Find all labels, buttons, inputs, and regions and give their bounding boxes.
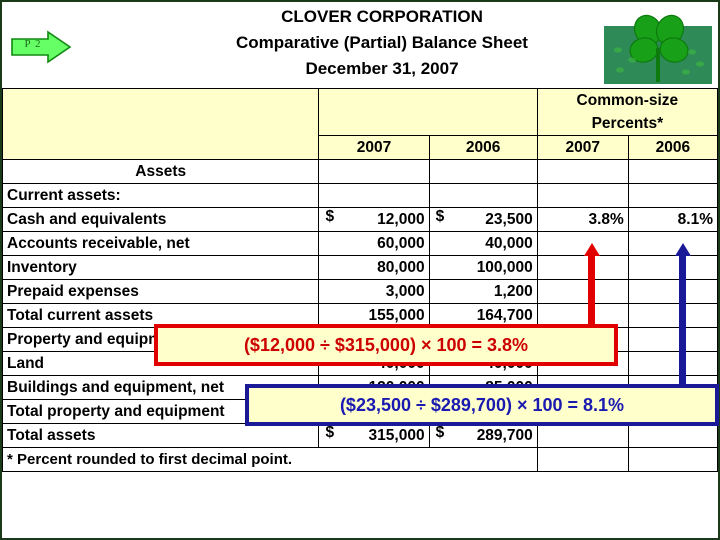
cell-percent-2006 [627,351,719,376]
row-label: Cash and equivalents [1,207,320,232]
red-arrow-head [583,243,600,256]
cell-amount-2006: $289,700 [428,423,538,448]
cell-value: 289,700 [476,426,533,444]
table-row: Assets [1,159,719,184]
cell-percent-2007: 3.8% [536,207,629,232]
cell-amount-2007: 3,000 [318,279,430,304]
blue-arrow-shaft [679,254,686,392]
footnote-text: * Percent rounded to first decimal point… [2,447,538,472]
cell-percent-2006 [627,183,719,208]
four-leaf-clover-icon [614,14,704,82]
cell-amount-2006: 100,000 [428,255,538,280]
red-callout-arrow [583,243,600,332]
cell-amount-2006: 1,200 [428,279,538,304]
currency-symbol: $ [435,424,445,442]
title-line-statement: Comparative (Partial) Balance Sheet [236,33,528,52]
cell-percent-2006 [627,159,719,184]
currency-symbol: $ [435,208,445,226]
header-percent-2006: 2006 [627,135,719,160]
red-formula-callout: ($12,000 ÷ $315,000) × 100 = 3.8% [154,324,618,366]
row-label: Inventory [1,255,320,280]
cell-percent-2006: 8.1% [627,207,719,232]
cell-amount-2006: 40,000 [428,231,538,256]
blue-formula-callout: ($23,500 ÷ $289,700) × 100 = 8.1% [245,384,719,426]
cell-percent-2007 [536,255,629,280]
cell-value: 8.1% [677,210,713,228]
cell-percent-2006 [627,255,719,280]
title-line-date: December 31, 2007 [305,59,459,78]
footnote-pad-1 [536,447,629,472]
cell-value: 3.8% [588,210,624,228]
row-label: Total assets [1,423,320,448]
cell-amount-2007 [318,183,430,208]
header-amounts-blank [318,88,538,136]
cell-value: 164,700 [476,306,533,324]
cell-percent-2006 [627,231,719,256]
table-row: Cash and equivalents $12,000 $23,500 3.8% 8.… [1,207,719,232]
cell-value: 3,000 [385,282,425,300]
cell-amount-2006 [428,159,538,184]
header-percent-2007: 2007 [536,135,629,160]
header-common-size: Common-size Percents* [536,88,719,136]
slide-header: P 2 CLOVER CORPORATION Comparative (Part… [2,2,718,88]
cell-value: 155,000 [368,306,425,324]
row-label: Accounts receivable, net [1,231,320,256]
cell-percent-2006 [627,423,719,448]
title-line-company: CLOVER CORPORATION [281,7,483,26]
header-amount-2007: 2007 [318,135,430,160]
cell-value: 1,200 [493,282,533,300]
table-row: Accounts receivable, net 60,000 40,000 [1,231,719,256]
cell-amount-2006 [428,183,538,208]
common-size-line2: Percents* [591,115,664,132]
page-title: CLOVER CORPORATION Comparative (Partial)… [182,4,582,82]
cell-value: 12,000 [377,210,425,228]
cell-amount-2006: $23,500 [428,207,538,232]
cell-amount-2007: 60,000 [318,231,430,256]
table-footnote-row: * Percent rounded to first decimal point… [2,447,719,472]
cell-amount-2007 [318,159,430,184]
cell-value: 23,500 [485,210,533,228]
cell-value: 100,000 [476,258,533,276]
cell-value: 40,000 [485,234,533,252]
header-amount-2006: 2006 [428,135,538,160]
cell-percent-2006 [627,279,719,304]
table-row: Total assets $315,000 $289,700 [1,423,719,448]
cell-amount-2007: $315,000 [318,423,430,448]
cell-percent-2007 [536,183,629,208]
clover-illustration [596,4,718,88]
table-row: Inventory 80,000 100,000 [1,255,719,280]
row-label: Current assets: [1,183,320,208]
cell-amount-2007: $12,000 [318,207,430,232]
cell-percent-2007 [536,423,629,448]
cell-value: 80,000 [377,258,425,276]
common-size-line1: Common-size [576,92,679,109]
footnote-pad-2 [627,447,719,472]
cell-percent-2007 [536,279,629,304]
red-arrow-shaft [588,254,595,332]
slide-canvas: P 2 CLOVER CORPORATION Comparative (Part… [0,0,720,540]
table-row: Current assets: [1,183,719,208]
row-label: Assets [1,159,320,184]
cell-percent-2006 [627,303,719,328]
cell-percent-2006 [627,327,719,352]
currency-symbol: $ [325,208,335,226]
cell-amount-2007: 80,000 [318,255,430,280]
table-row: Prepaid expenses 3,000 1,200 [1,279,719,304]
cell-value: 315,000 [368,426,425,444]
table-group-header-row: Common-size Percents* [1,88,719,160]
blue-callout-arrow [674,243,691,392]
blue-arrow-head [674,243,691,256]
cell-percent-2007 [536,159,629,184]
cell-value: 60,000 [377,234,425,252]
page-marker-label: P 2 [24,38,42,50]
row-label: Prepaid expenses [1,279,320,304]
header-blank-label [1,88,320,160]
currency-symbol: $ [325,424,335,442]
